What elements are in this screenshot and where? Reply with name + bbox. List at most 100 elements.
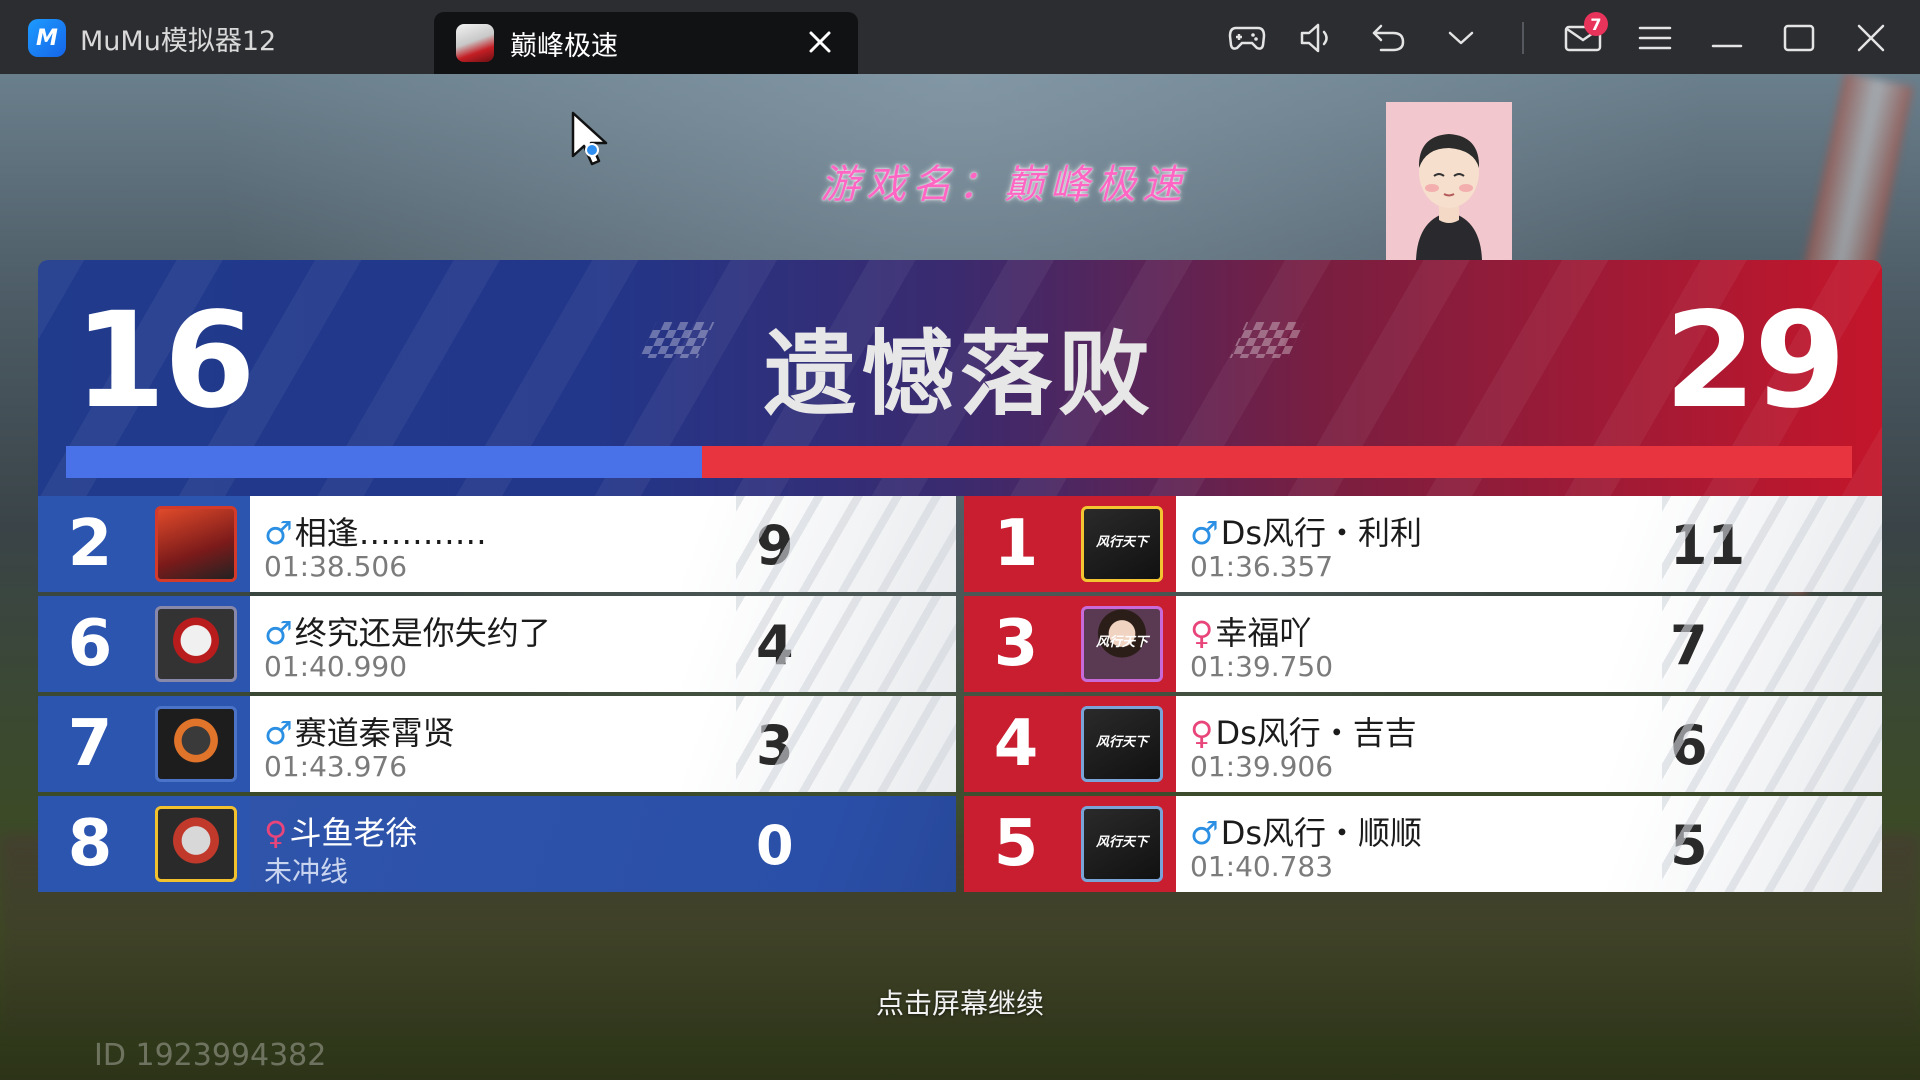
player-id-watermark: ID 1923994382: [94, 1038, 327, 1073]
mail-button[interactable]: 7: [1564, 12, 1608, 56]
male-icon: ♂: [264, 614, 293, 652]
game-viewport[interactable]: 游戏名：巅峰极速 16 遗憾落败 29 2 ♂相逢………… 01:38.506 9 6 ♂…: [0, 74, 1920, 1080]
team-emblem-icon: 风行天下: [1081, 606, 1163, 682]
mumu-logo-icon: M: [28, 19, 66, 57]
close-tab-button[interactable]: [802, 24, 838, 60]
player-points: 4: [756, 614, 794, 677]
player-rank: 5: [964, 796, 1068, 892]
helmet-icon: [155, 506, 237, 582]
player-avatar: 风行天下: [1068, 496, 1176, 592]
player-time: 01:39.906: [1190, 750, 1334, 783]
player-points: 6: [1670, 714, 1708, 777]
mail-badge: 7: [1584, 12, 1608, 36]
streamer-avatar: [1386, 102, 1512, 270]
player-name-text: 相逢…………: [294, 514, 487, 552]
male-icon: ♂: [264, 514, 293, 552]
player-row: 1 风行天下 ♂Ds风行・利利 01:36.357 11: [964, 496, 1882, 592]
player-time: 未冲线: [264, 855, 349, 888]
team-logo-text: 风行天下: [1095, 635, 1148, 650]
player-info: ♂赛道秦霄贤 01:43.976 3: [250, 696, 956, 792]
player-info: ♂相逢………… 01:38.506 9: [250, 496, 956, 592]
game-tab-label: 巅峰极速: [510, 30, 618, 62]
toolbar-divider: [1522, 22, 1524, 54]
game-app-icon: [456, 24, 494, 62]
blue-progress-fill: [66, 446, 702, 478]
tab-game[interactable]: 巅峰极速: [434, 12, 858, 74]
player-rank: 1: [964, 496, 1068, 592]
cartoon-avatar-icon: [1386, 102, 1512, 270]
player-points: 11: [1670, 514, 1746, 577]
maximize-button[interactable]: [1780, 20, 1818, 56]
maximize-icon: [1783, 24, 1815, 52]
close-icon: [1857, 24, 1885, 52]
male-icon: ♂: [1190, 814, 1219, 852]
player-row: 5 风行天下 ♂Ds风行・顺顺 01:40.783 5: [964, 796, 1882, 892]
volume-button[interactable]: [1298, 20, 1336, 56]
player-name: ♂终究还是你失约了: [264, 608, 551, 654]
player-rank: 8: [38, 796, 142, 892]
player-name: ♂Ds风行・顺顺: [1190, 808, 1422, 854]
back-button[interactable]: [1370, 20, 1408, 56]
player-time: 01:40.783: [1190, 850, 1334, 883]
player-name: ♂Ds风行・利利: [1190, 508, 1422, 554]
team-logo-text: 风行天下: [1095, 735, 1148, 750]
player-row: 7 ♂赛道秦霄贤 01:43.976 3: [38, 696, 956, 792]
gamepad-icon: [1228, 26, 1266, 50]
player-name: ♀幸福吖: [1190, 608, 1311, 654]
player-name: ♀Ds风行・吉吉: [1190, 708, 1417, 754]
undo-icon: [1372, 24, 1405, 52]
female-icon: ♀: [264, 814, 288, 852]
player-points: 0: [756, 814, 794, 877]
team-emblem-icon: 风行天下: [1081, 806, 1163, 882]
emulator-app-name: MuMu模拟器12: [80, 25, 277, 57]
player-time: 01:36.357: [1190, 550, 1334, 583]
close-icon: [809, 31, 831, 53]
menu-icon: [1638, 26, 1672, 50]
player-avatar: 风行天下: [1068, 796, 1176, 892]
scoreboard: 2 ♂相逢………… 01:38.506 9 6 ♂终究还是你失约了 01:40.990 4 7 ♂…: [38, 496, 1882, 892]
player-rank: 6: [38, 596, 142, 692]
helmet-icon: [155, 706, 237, 782]
player-name-text: 赛道秦霄贤: [294, 714, 455, 752]
player-info: ♂Ds风行・利利 01:36.357 11: [1176, 496, 1882, 592]
player-row: 2 ♂相逢………… 01:38.506 9: [38, 496, 956, 592]
more-dropdown-button[interactable]: [1442, 20, 1480, 56]
team-emblem-icon: 风行天下: [1081, 706, 1163, 782]
emulator-app-tab[interactable]: M MuMu模拟器12: [28, 18, 276, 58]
player-time: 01:43.976: [264, 750, 408, 783]
player-avatar: [142, 596, 250, 692]
player-rank: 7: [38, 696, 142, 792]
close-window-button[interactable]: [1852, 20, 1890, 56]
chevron-down-icon: [1448, 31, 1474, 45]
player-time: 01:39.750: [1190, 650, 1334, 683]
player-time: 01:40.990: [264, 650, 408, 683]
volume-icon: [1300, 23, 1328, 53]
player-row: 3 风行天下 ♀幸福吖 01:39.750 7: [964, 596, 1882, 692]
player-avatar: 风行天下: [1068, 696, 1176, 792]
result-title: 遗憾落败: [763, 321, 1156, 428]
player-avatar: [142, 496, 250, 592]
team-emblem-icon: 风行天下: [1081, 506, 1163, 582]
player-info: ♀斗鱼老徐 未冲线 0: [250, 796, 956, 892]
player-time: 01:38.506: [264, 550, 408, 583]
game-name-overlay: 游戏名：巅峰极速: [820, 162, 1188, 208]
player-rank: 4: [964, 696, 1068, 792]
male-icon: ♂: [264, 714, 293, 752]
player-avatar: [142, 696, 250, 792]
player-points: 9: [756, 514, 794, 577]
female-icon: ♀: [1190, 614, 1214, 652]
gamepad-button[interactable]: [1228, 20, 1266, 56]
menu-button[interactable]: [1636, 20, 1674, 56]
player-info: ♂终究还是你失约了 01:40.990 4: [250, 596, 956, 692]
player-name-text: Ds风行・顺顺: [1220, 814, 1423, 852]
red-team-score: 29: [1664, 284, 1846, 438]
helmet-icon: [155, 806, 237, 882]
player-name: ♀斗鱼老徐: [264, 808, 417, 854]
player-name-text: 幸福吖: [1215, 614, 1312, 652]
player-name-text: 斗鱼老徐: [289, 814, 418, 852]
player-points: 3: [756, 714, 794, 777]
player-name-text: Ds风行・利利: [1220, 514, 1423, 552]
minimize-button[interactable]: [1708, 20, 1746, 56]
player-avatar: [142, 796, 250, 892]
player-points: 7: [1670, 614, 1708, 677]
